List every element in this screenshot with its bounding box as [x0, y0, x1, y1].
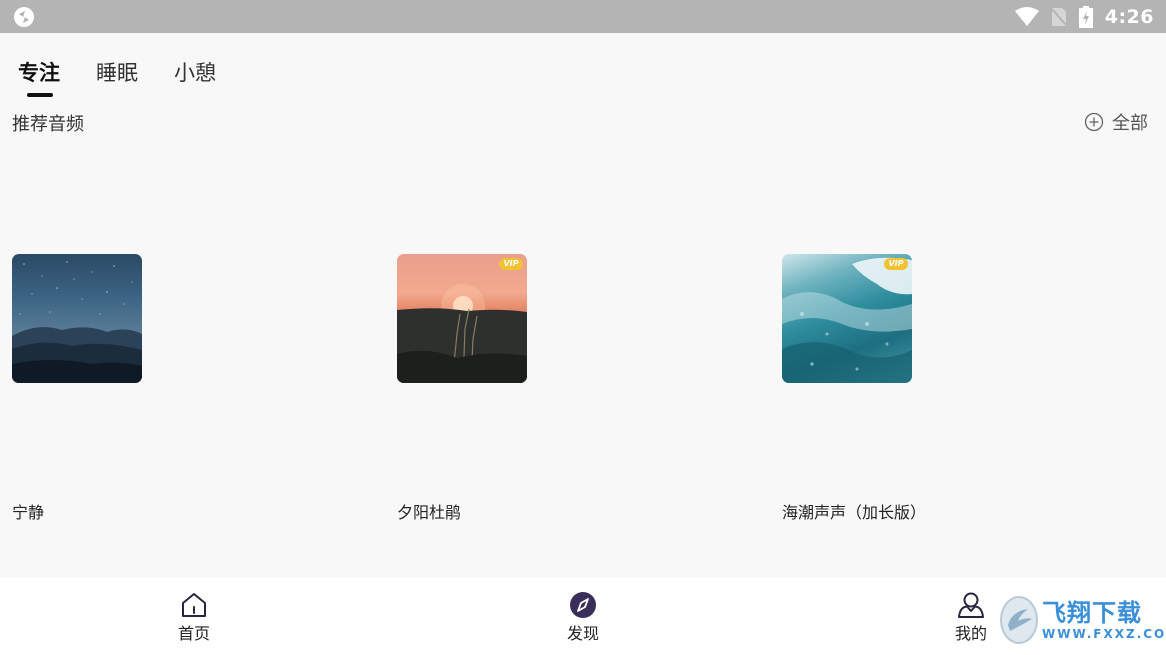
audio-card-ocean-waves[interactable]: VIP	[782, 254, 912, 383]
status-time: 4:26	[1104, 5, 1154, 28]
audio-card-tranquil[interactable]	[12, 254, 142, 383]
nav-label: 发现	[566, 624, 599, 643]
card-title[interactable]: 海潮声声（加长版）	[782, 499, 926, 523]
battery-icon	[1078, 5, 1093, 28]
wifi-icon	[1014, 6, 1039, 26]
view-all-label: 全部	[1112, 113, 1148, 134]
tab-label: 睡眠	[96, 61, 138, 85]
tab-focus[interactable]: 专注	[18, 57, 60, 97]
tab-sleep[interactable]: 睡眠	[96, 57, 138, 97]
tab-nap[interactable]: 小憩	[174, 57, 216, 97]
nav-label: 首页	[177, 624, 210, 643]
active-tab-indicator	[27, 93, 53, 97]
audio-card-sunset-cuckoo[interactable]: VIP	[397, 254, 527, 383]
status-bar: 4:26	[0, 0, 1166, 33]
watermark-url: WWW.FXXZ.COM	[1042, 627, 1166, 641]
card-cover-image	[782, 257, 912, 383]
watermark-logo-icon	[1000, 596, 1038, 644]
compass-icon	[570, 592, 596, 618]
nav-discover[interactable]: 发现	[553, 590, 613, 644]
app-logo-icon	[14, 7, 34, 27]
watermark-text: 飞翔下载	[1042, 599, 1142, 627]
bottom-nav: 首页 发现 我的	[0, 578, 1166, 655]
nav-profile[interactable]: 我的	[941, 590, 1001, 644]
plus-circle-icon	[1084, 112, 1104, 132]
sim-icon	[1050, 7, 1067, 26]
tab-label: 小憩	[174, 61, 216, 85]
card-cover-image	[12, 261, 142, 383]
view-all-button[interactable]: 全部	[1084, 109, 1148, 135]
vip-badge: VIP	[499, 258, 523, 270]
nav-label: 我的	[954, 624, 987, 643]
user-icon	[958, 592, 984, 618]
card-title[interactable]: 宁静	[12, 499, 44, 523]
card-cover-image	[397, 284, 527, 383]
section-title: 推荐音频	[12, 114, 84, 135]
watermark: 飞翔下载 WWW.FXXZ.COM	[1000, 594, 1166, 646]
vip-badge: VIP	[884, 258, 908, 270]
category-tabs: 专注 睡眠 小憩	[18, 57, 216, 97]
tab-label: 专注	[18, 61, 60, 85]
nav-home[interactable]: 首页	[164, 590, 224, 644]
home-icon	[182, 593, 206, 617]
card-title[interactable]: 夕阳杜鹃	[397, 499, 461, 523]
